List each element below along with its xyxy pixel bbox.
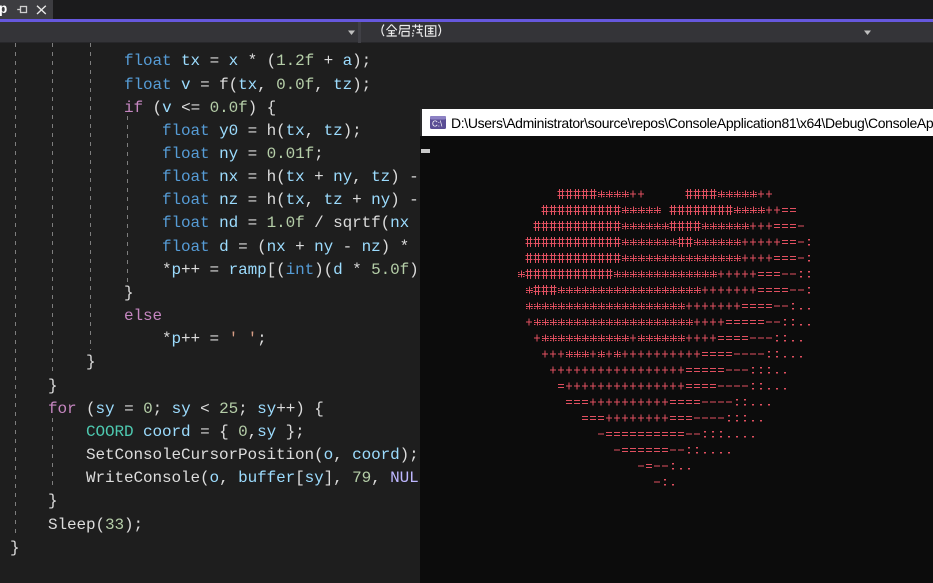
svg-text:C:\: C:\	[432, 120, 443, 129]
